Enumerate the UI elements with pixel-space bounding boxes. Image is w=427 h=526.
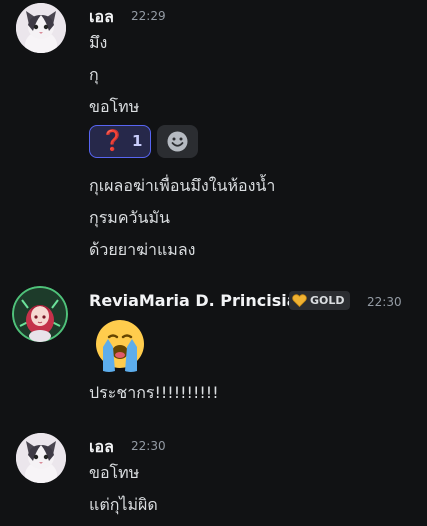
cat-avatar-icon: [16, 3, 66, 53]
avatar[interactable]: [16, 433, 66, 483]
avatar[interactable]: [12, 286, 68, 342]
badge-label: GOLD: [310, 294, 345, 307]
username[interactable]: เอล: [89, 5, 114, 30]
timestamp[interactable]: 22:30: [367, 295, 402, 309]
reaction-button[interactable]: ❓ 1: [89, 125, 151, 158]
smiley-icon: [167, 131, 188, 152]
message-text: ขอโทษ: [89, 97, 140, 116]
gold-heart-icon: [292, 294, 307, 307]
message-text: กุเผลอฆ่าเพื่อนมึงในห้องน้ำ: [89, 176, 276, 195]
timestamp[interactable]: 22:29: [131, 9, 166, 23]
message-text: แต่กุไม่ผิด: [89, 495, 158, 514]
question-mark-icon: ❓: [100, 128, 125, 152]
username[interactable]: ReviaMaria D. Princisia: [89, 291, 298, 310]
message-text: กุรมควันมัน: [89, 208, 170, 227]
role-badge[interactable]: GOLD: [289, 291, 350, 310]
chat-window: เอล 22:29 มึง กุ ขอโทษ ❓ 1 กุเผลอฆ่าเพื่…: [0, 0, 427, 526]
timestamp[interactable]: 22:30: [131, 439, 166, 453]
anime-girl-avatar-icon: [12, 286, 68, 342]
message-text: มึง: [89, 33, 108, 52]
loudly-crying-face-icon: [89, 317, 151, 375]
message-text: กุ: [89, 65, 99, 84]
avatar[interactable]: [16, 3, 66, 53]
message-text: ขอโทษ: [89, 463, 140, 482]
username[interactable]: เอล: [89, 435, 114, 460]
message-text: ประชากร!!!!!!!!!!: [89, 383, 219, 402]
reaction-count: 1: [132, 132, 143, 150]
add-reaction-button[interactable]: [157, 125, 198, 158]
cat-avatar-icon: [16, 433, 66, 483]
message-text: ด้วยยาฆ่าแมลง: [89, 240, 196, 259]
